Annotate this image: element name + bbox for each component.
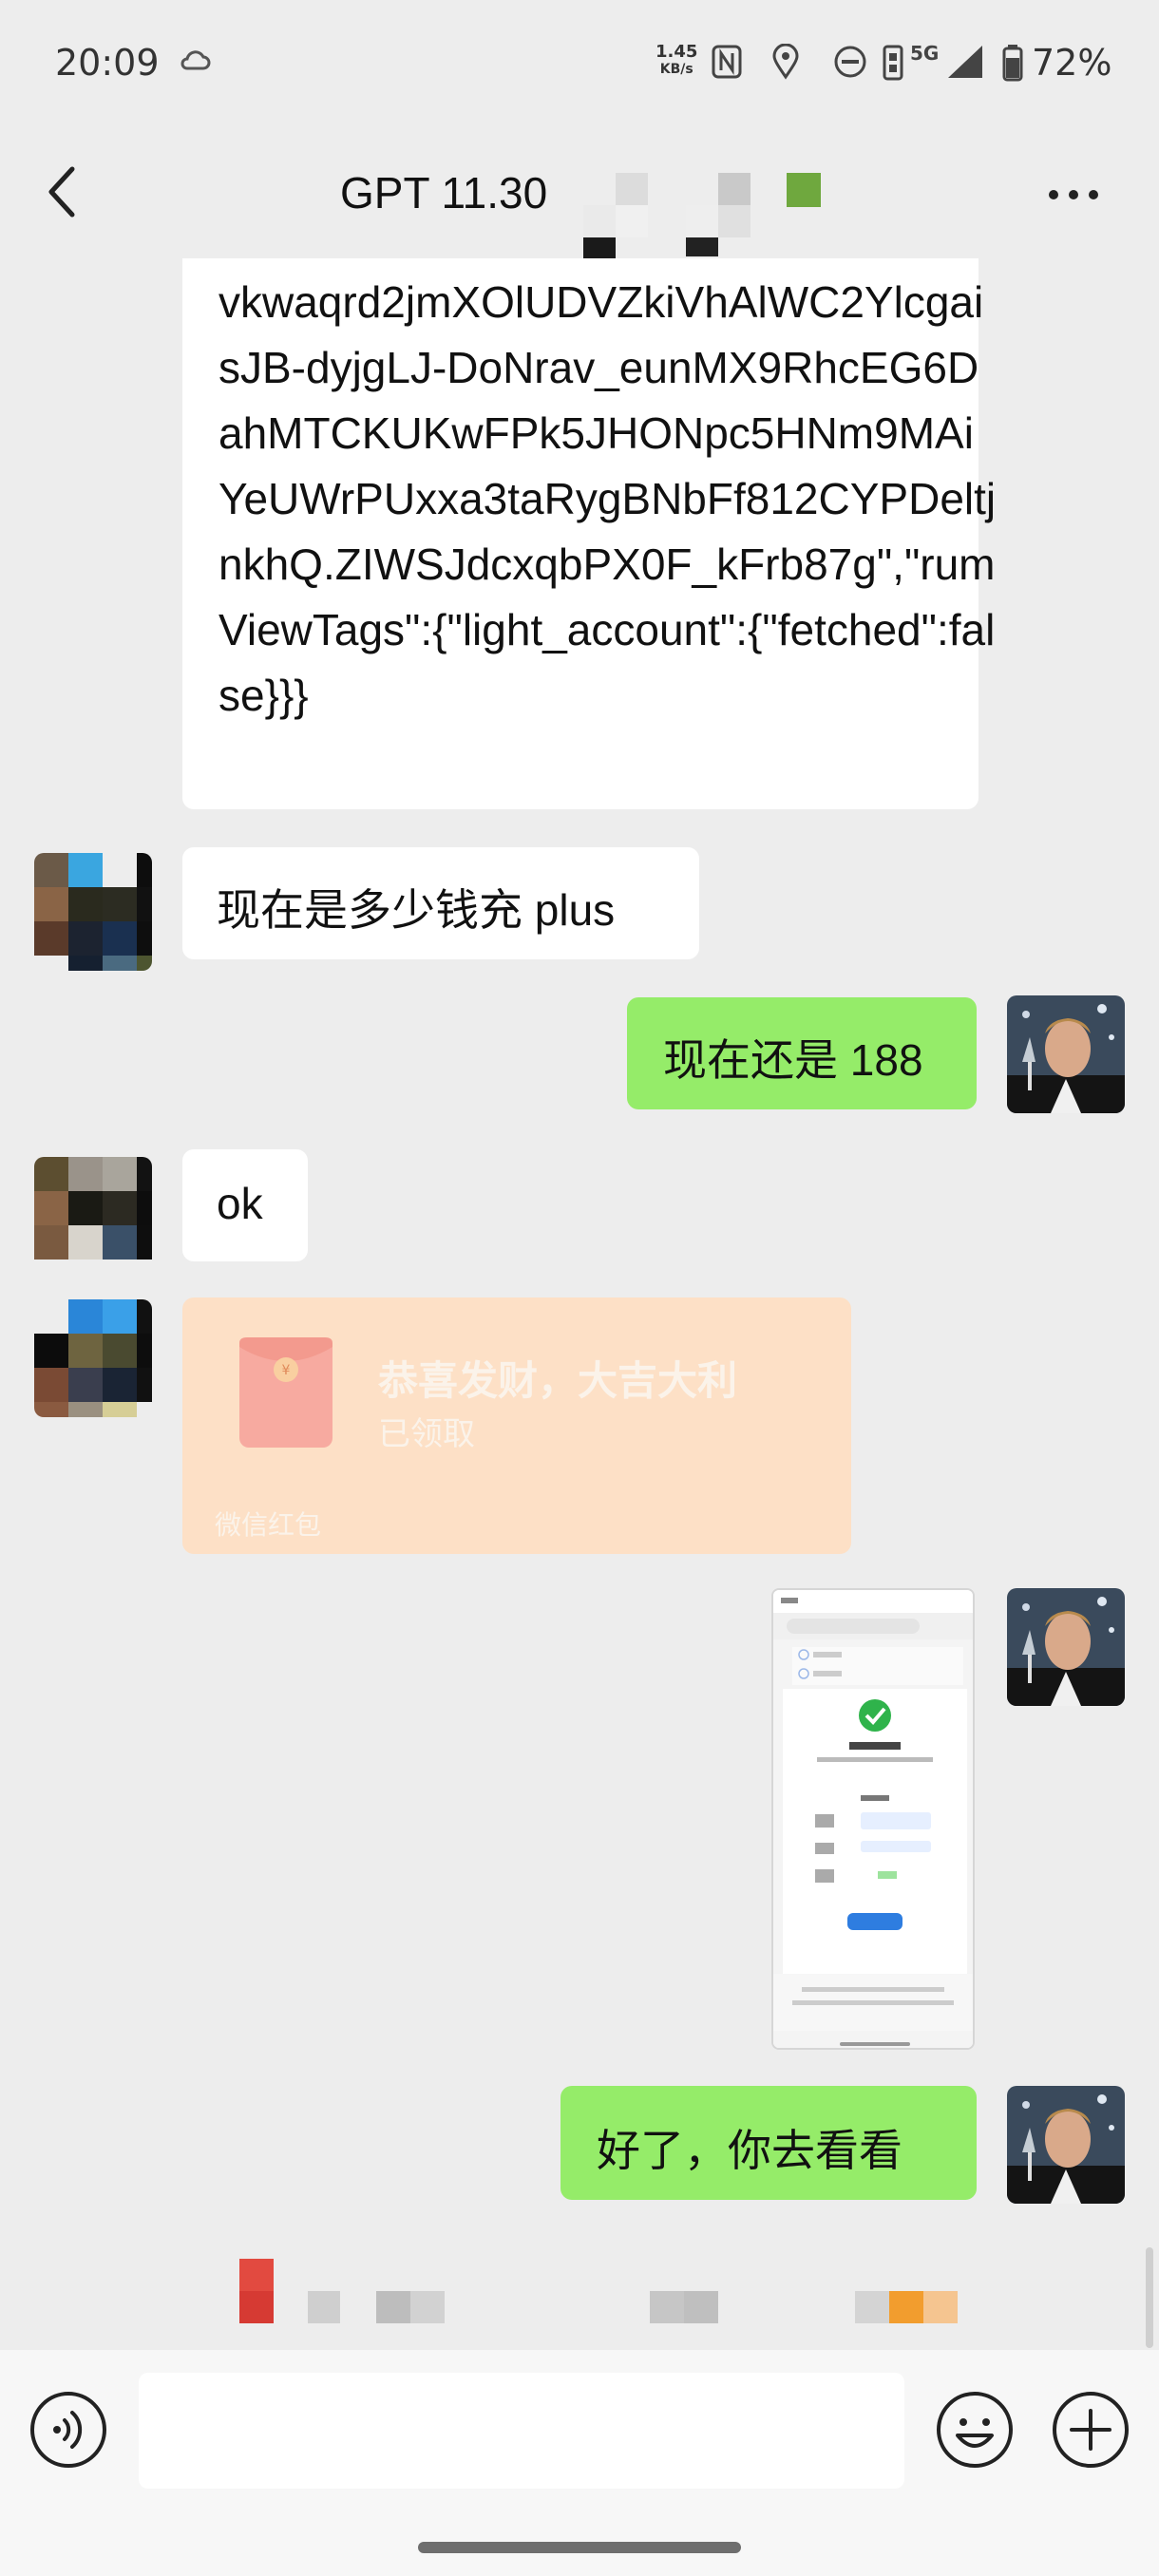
image-message-thumbnail[interactable] — [771, 1588, 975, 2050]
message-bubble-incoming[interactable]: vkwaqrd2jmXOlUDVZkiVhAlWC2YlcgaisJB-dyjg… — [182, 258, 996, 809]
red-packet-title: 恭喜发财，大吉大利 — [378, 1357, 738, 1404]
wechat-chat-screen: 20:09 1.45 KB/s 5G 72% GPT 11.30 vkwaqrd… — [0, 0, 1159, 2576]
message-input[interactable] — [139, 2373, 904, 2489]
status-time: 20:09 — [55, 42, 160, 84]
chat-input-bar — [0, 2350, 1159, 2576]
message-text: ok — [217, 1179, 263, 1228]
avatar-photo — [1007, 1588, 1125, 1706]
network-speed: 1.45 KB/s — [656, 44, 697, 78]
avatar-contact[interactable] — [34, 853, 152, 971]
avatar-pixel-image — [34, 1157, 152, 1275]
battery-icon — [1002, 45, 1023, 82]
chat-header: GPT 11.30 — [0, 133, 1159, 270]
avatar-pixel-image — [34, 1299, 152, 1417]
avatar-self[interactable] — [1007, 2086, 1125, 2204]
avatar-pixel-image — [34, 853, 152, 971]
voice-icon[interactable] — [28, 2390, 108, 2470]
plus-icon[interactable] — [1051, 2390, 1130, 2470]
more-dots-icon[interactable] — [1047, 188, 1100, 201]
cloud-icon — [180, 50, 211, 70]
red-envelope-icon: ¥ — [239, 1337, 332, 1448]
red-packet-label: 微信红包 — [215, 1509, 322, 1541]
avatar-contact[interactable] — [34, 1157, 152, 1275]
chevron-left-icon[interactable] — [44, 163, 82, 220]
location-icon — [772, 44, 799, 80]
avatar-photo — [1007, 995, 1125, 1113]
status-bar: 20:09 1.45 KB/s 5G 72% — [0, 0, 1159, 133]
avatar-contact[interactable] — [34, 1299, 152, 1417]
red-packet-status: 已领取 — [378, 1415, 475, 1453]
sim-icon — [883, 45, 903, 81]
message-text: vkwaqrd2jmXOlUDVZkiVhAlWC2YlcgaisJB-dyjg… — [218, 277, 997, 720]
home-indicator[interactable] — [418, 2542, 741, 2553]
avatar-self[interactable] — [1007, 1588, 1125, 1706]
avatar-self[interactable] — [1007, 995, 1125, 1113]
message-bubble-outgoing[interactable]: 好了，你去看看 — [560, 2086, 977, 2200]
scrollbar[interactable] — [1146, 2247, 1153, 2348]
screenshot-preview-image — [773, 1590, 973, 2048]
network-speed-unit: KB/s — [659, 62, 694, 77]
chat-title: GPT 11.30 — [340, 168, 548, 218]
message-text: 现在还是 188 — [663, 1035, 923, 1085]
network-speed-value: 1.45 — [656, 42, 698, 62]
emoji-icon[interactable] — [935, 2390, 1015, 2470]
message-bubble-incoming[interactable]: 现在是多少钱充 plus — [182, 847, 699, 959]
svg-text:¥: ¥ — [282, 1363, 291, 1378]
message-text: 现在是多少钱充 plus — [217, 885, 616, 935]
message-bubble-incoming[interactable]: ok — [182, 1149, 308, 1261]
message-bubble-outgoing[interactable]: 现在还是 188 — [627, 997, 977, 1109]
message-text: 好了，你去看看 — [597, 2126, 902, 2175]
do-not-disturb-icon — [834, 46, 866, 78]
red-packet-card[interactable]: ¥ 恭喜发财，大吉大利 已领取 微信红包 — [182, 1297, 851, 1554]
avatar-photo — [1007, 2086, 1125, 2204]
network-type: 5G — [910, 42, 940, 65]
nfc-icon — [712, 45, 742, 79]
battery-percent: 72% — [1032, 42, 1112, 84]
signal-icon — [948, 46, 982, 78]
